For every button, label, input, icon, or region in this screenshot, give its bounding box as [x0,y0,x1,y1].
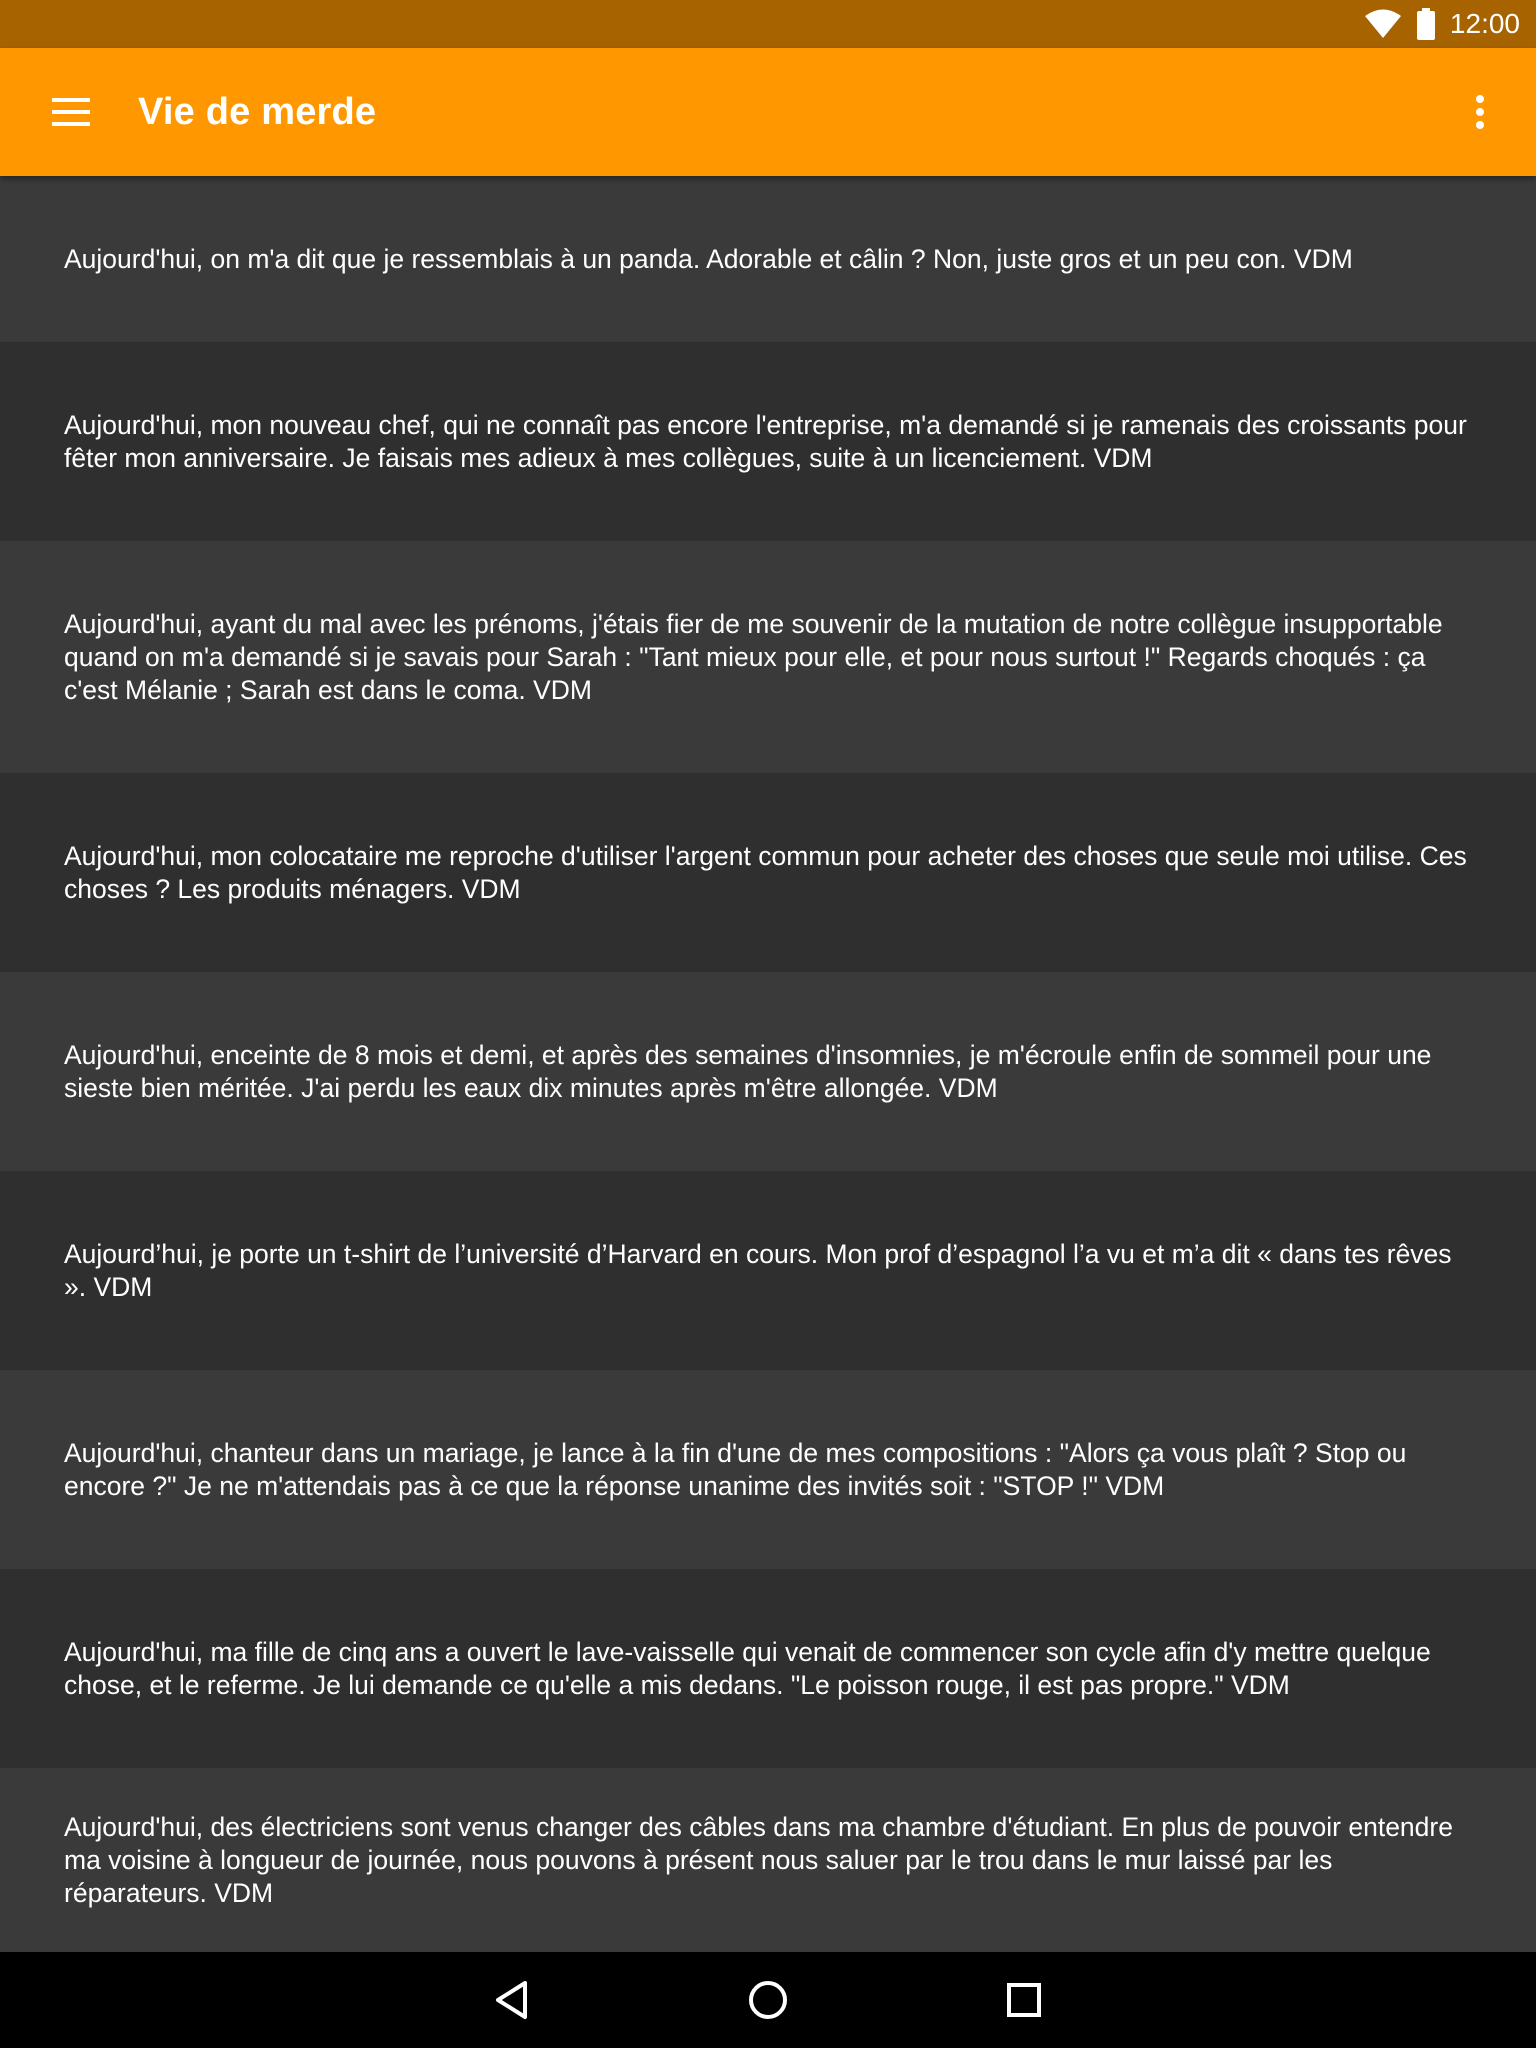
post-item[interactable]: Aujourd'hui, on m'a dit que je ressembla… [0,176,1536,342]
post-item[interactable]: Aujourd'hui, ayant du mal avec les préno… [0,541,1536,773]
post-list: Aujourd'hui, on m'a dit que je ressembla… [0,176,1536,1952]
menu-button[interactable] [36,76,108,148]
status-bar: 12:00 [0,0,1536,48]
post-item[interactable]: Aujourd'hui, chanteur dans un mariage, j… [0,1370,1536,1569]
home-button[interactable] [720,1952,816,2048]
post-text: Aujourd'hui, chanteur dans un mariage, j… [64,1437,1407,1501]
back-button[interactable] [464,1952,560,2048]
recents-square-icon [1007,1983,1041,2017]
back-triangle-icon [496,1981,527,2019]
post-item[interactable]: Aujourd’hui, je porte un t-shirt de l’un… [0,1171,1536,1370]
home-circle-icon [749,1981,787,2019]
wifi-icon [1364,9,1402,39]
post-item[interactable]: Aujourd'hui, ma fille de cinq ans a ouve… [0,1569,1536,1768]
overflow-menu-button[interactable] [1444,76,1516,148]
post-item[interactable]: Aujourd'hui, mon nouveau chef, qui ne co… [0,342,1536,541]
post-text: Aujourd'hui, on m'a dit que je ressembla… [64,243,1353,274]
post-text: Aujourd'hui, mon colocataire me reproche… [64,840,1467,904]
post-text: Aujourd'hui, ma fille de cinq ans a ouve… [64,1636,1431,1700]
post-text: Aujourd'hui, enceinte de 8 mois et demi,… [64,1039,1432,1103]
post-item[interactable]: Aujourd'hui, des électriciens sont venus… [0,1768,1536,1952]
post-text: Aujourd’hui, je porte un t-shirt de l’un… [64,1238,1452,1302]
app-title: Vie de merde [138,90,377,133]
battery-icon [1416,8,1436,40]
post-item[interactable]: Aujourd'hui, mon colocataire me reproche… [0,773,1536,972]
recents-button[interactable] [976,1952,1072,2048]
post-text: Aujourd'hui, des électriciens sont venus… [64,1811,1453,1908]
post-item[interactable]: Aujourd'hui, enceinte de 8 mois et demi,… [0,972,1536,1171]
post-text: Aujourd'hui, ayant du mal avec les préno… [64,608,1443,705]
post-text: Aujourd'hui, mon nouveau chef, qui ne co… [64,409,1467,473]
status-time: 12:00 [1449,8,1520,39]
navigation-bar [0,1952,1536,2048]
hamburger-menu-icon [52,98,90,126]
app-bar: Vie de merde [0,48,1536,176]
more-vert-icon [1476,95,1484,129]
